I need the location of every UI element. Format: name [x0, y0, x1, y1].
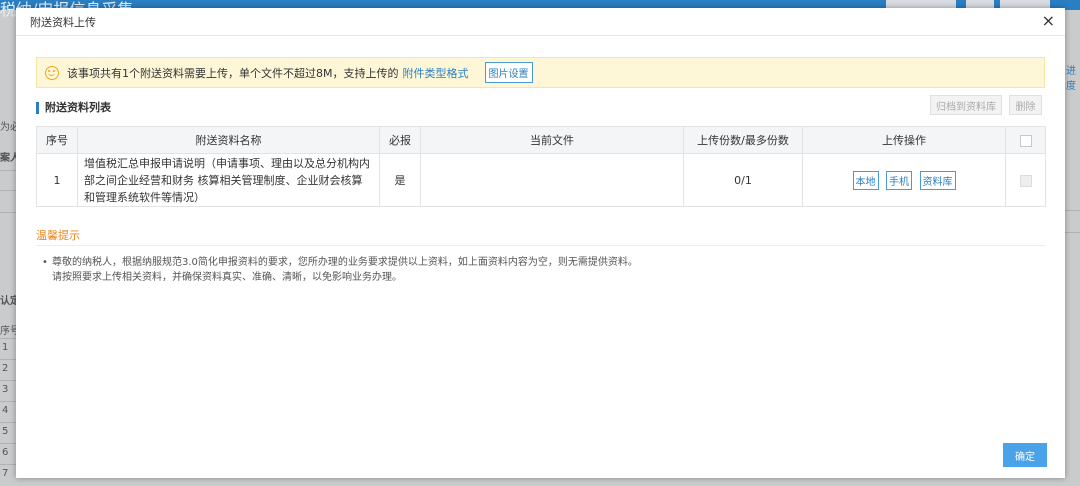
tips-divider [36, 245, 1045, 246]
tips-line: • 尊敬的纳税人，根据纳服规范3.0简化申报资料的要求，您所办理的业务要求提供以上… [42, 255, 638, 270]
select-all-header [1005, 126, 1046, 154]
background-row-number: 5 [2, 426, 9, 437]
background-row-number: 1 [2, 342, 9, 353]
column-header: 当前文件 [420, 126, 684, 154]
row-checkbox[interactable] [1019, 174, 1032, 187]
background-row-number: 4 [2, 405, 9, 416]
upload-count: 0/1 [683, 153, 803, 207]
bullet-icon: • [42, 257, 48, 268]
background-button [966, 0, 994, 8]
tips-line-text: 尊敬的纳税人，根据纳服规范3.0简化申报资料的要求，您所办理的业务要求提供以上资… [52, 257, 638, 268]
column-header: 上传操作 [802, 126, 1006, 154]
background-divider [0, 190, 16, 191]
upload-library-button[interactable]: 资料库 [919, 170, 956, 190]
background-right-label: 进度 [1066, 66, 1076, 92]
required-flag: 是 [379, 153, 421, 207]
background-divider [0, 359, 16, 360]
file-type-format-link[interactable]: 附件类型格式 [403, 65, 469, 81]
image-settings-button[interactable]: 图片设置 [484, 62, 533, 83]
background-button [1000, 0, 1050, 8]
row-index: 1 [36, 153, 78, 207]
background-button [886, 0, 956, 8]
table-header-row: 序号 附送资料名称 必报 当前文件 上传份数/最多份数 上传操作 [36, 126, 1046, 154]
title-divider [16, 35, 1065, 36]
close-icon[interactable]: × [1042, 12, 1055, 30]
notice-bar: 该事项共有1个附送资料需要上传，单个文件不超过8M，支持上传的 附件类型格式 图… [36, 57, 1045, 88]
tips-line-text: 请按照要求上传相关资料，并确保资料真实、准确、清晰，以免影响业务办理。 [52, 272, 402, 283]
current-file [420, 153, 684, 207]
upload-phone-button[interactable]: 手机 [886, 170, 912, 190]
column-header: 附送资料名称 [77, 126, 380, 154]
column-header: 序号 [36, 126, 78, 154]
dialog-title: 附送资料上传 [30, 16, 96, 29]
tips-line: 请按照要求上传相关资料，并确保资料真实、准确、清晰，以免影响业务办理。 [42, 270, 638, 285]
delete-button[interactable]: 删除 [1009, 95, 1042, 115]
background-divider [1065, 232, 1080, 233]
list-section-title: 附送资料列表 [36, 102, 111, 114]
background-divider [0, 212, 16, 213]
background-row-number: 3 [2, 384, 9, 395]
table-row: 1 增值税汇总申报申请说明（申请事项、理由以及总分机构内部之间企业经营和财务 核… [36, 153, 1046, 207]
background-divider [0, 422, 16, 423]
upload-dialog: 附送资料上传 × 该事项共有1个附送资料需要上传，单个文件不超过8M，支持上传的… [16, 8, 1065, 478]
background-row-number: 6 [2, 447, 9, 458]
notice-text: 该事项共有1个附送资料需要上传，单个文件不超过8M，支持上传的 [67, 66, 399, 80]
background-row-number: 2 [2, 363, 9, 374]
archive-to-library-button[interactable]: 归档到资料库 [930, 95, 1002, 115]
smile-icon [45, 65, 59, 80]
row-select-cell [1005, 153, 1046, 207]
upload-operations: 本地 手机 资料库 [802, 153, 1006, 207]
background-divider [0, 401, 16, 402]
background-row-number: 7 [2, 468, 9, 479]
attachments-table: 序号 附送资料名称 必报 当前文件 上传份数/最多份数 上传操作 1 增值税汇总… [36, 126, 1046, 207]
confirm-button[interactable]: 确定 [1003, 443, 1047, 467]
background-divider [0, 464, 16, 465]
background-divider [0, 443, 16, 444]
background-divider [0, 170, 16, 171]
background-divider [1065, 210, 1080, 211]
background-divider [0, 380, 16, 381]
upload-local-button[interactable]: 本地 [852, 170, 879, 190]
tips-title: 温馨提示 [36, 229, 80, 242]
background-divider [0, 338, 16, 339]
attachment-name: 增值税汇总申报申请说明（申请事项、理由以及总分机构内部之间企业经营和财务 核算相… [77, 153, 380, 207]
column-header: 必报 [379, 126, 421, 154]
column-header: 上传份数/最多份数 [683, 126, 803, 154]
tips-body: • 尊敬的纳税人，根据纳服规范3.0简化申报资料的要求，您所办理的业务要求提供以上… [42, 255, 638, 285]
select-all-checkbox[interactable] [1019, 134, 1032, 147]
